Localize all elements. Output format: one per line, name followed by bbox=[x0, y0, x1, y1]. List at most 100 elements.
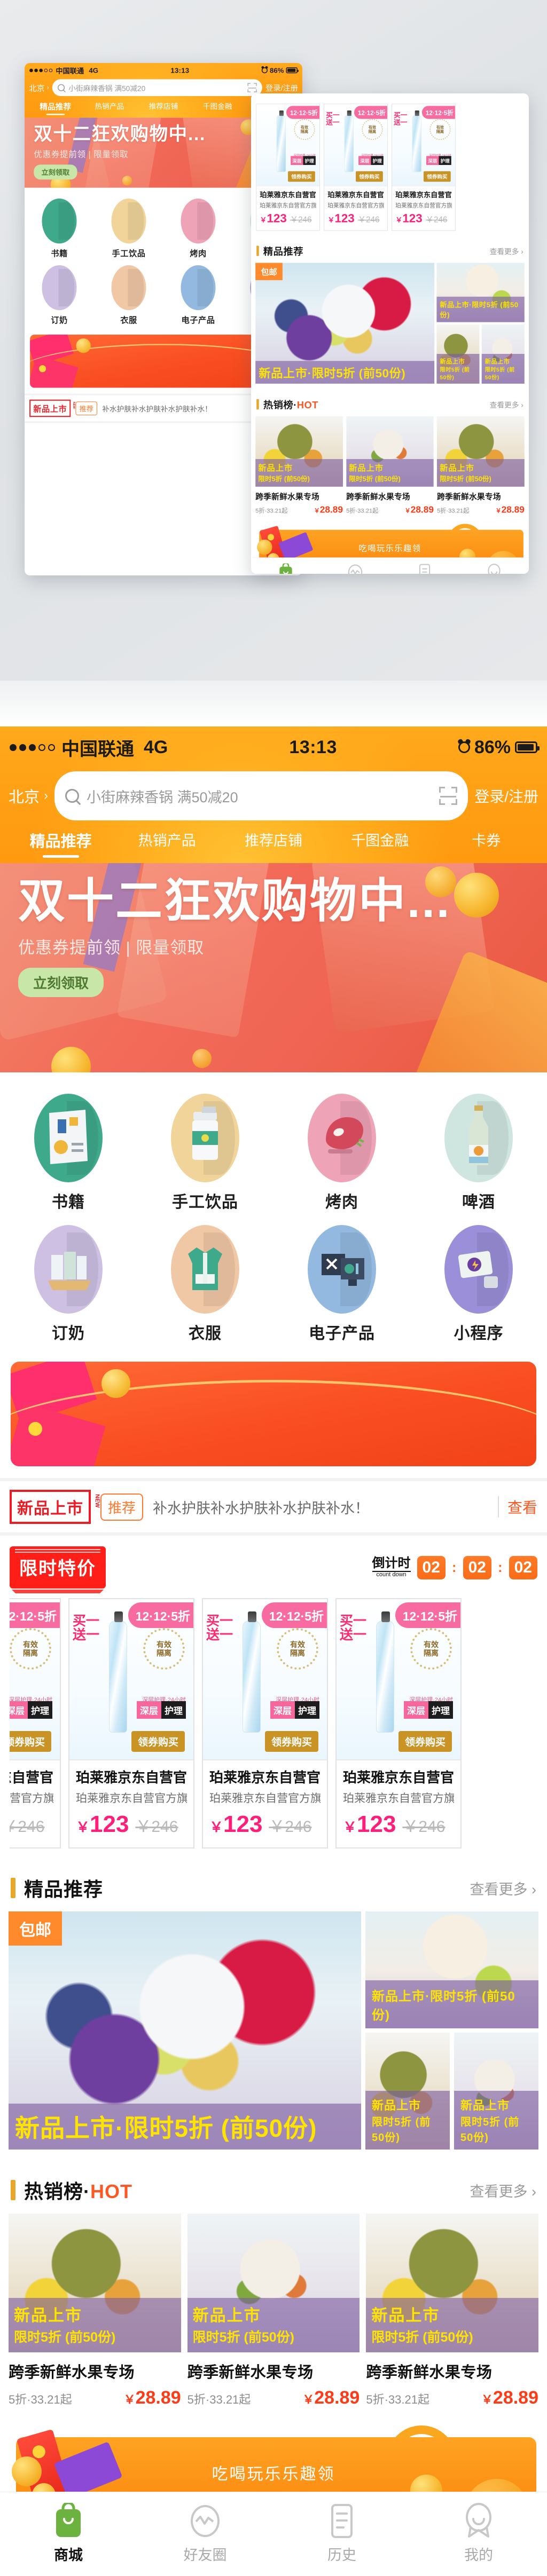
hot-tag-line2: 限时5折 (前50份) bbox=[192, 2330, 294, 2345]
tab-jingpin[interactable]: 精品推荐 bbox=[28, 100, 82, 115]
product-card[interactable]: 买一送一 12·12·5折 有效隔离 深层护理·24小时 深层护理 领券购买 珀… bbox=[324, 104, 388, 231]
discount-badge: 12·12·5折 bbox=[354, 106, 387, 119]
scan-icon[interactable] bbox=[439, 787, 458, 805]
coupon-button[interactable]: 领券购买 bbox=[10, 1731, 51, 1752]
coupon-button[interactable]: 领券购买 bbox=[423, 171, 451, 182]
tab-jinrong[interactable]: 千图金融 bbox=[191, 100, 245, 115]
login-register-button[interactable]: 登录/注册 bbox=[474, 785, 538, 807]
category-item-beer[interactable]: 啤酒 bbox=[410, 1086, 547, 1218]
featured-card[interactable]: 新品上市 限时5折 (前50份) bbox=[436, 324, 480, 384]
category-label: 啤酒 bbox=[462, 1194, 495, 1211]
category-item-clothes[interactable]: 衣服 bbox=[137, 1218, 274, 1349]
product-card[interactable]: 买一送一 12·12·5折 有效隔离 深层护理·24小时 深层护理 领券购买 珀… bbox=[202, 1598, 328, 1848]
hotlist-grid: 新品上市 限时5折 (前50份) 跨季新鲜水果专场 5折·33.21起 ￥28.89… bbox=[0, 2214, 547, 2419]
product-card[interactable]: 12·12·5折 有效 隔离 深层护理·24小时 深层 护理 领券购买 珀莱雅京东自… bbox=[256, 104, 320, 231]
category-item-electronics[interactable]: 电子产品 bbox=[163, 262, 233, 328]
tab-rexiao-chanpin[interactable]: 热销产品 bbox=[114, 829, 220, 858]
shop-bag-icon bbox=[0, 2500, 137, 2542]
category-item-bbq[interactable]: 烤肉 bbox=[163, 195, 233, 262]
hero-claim-button[interactable]: 立刻领取 bbox=[34, 164, 77, 180]
red-packet-banner[interactable]: 100现金红包等你拆 立即前往 bbox=[11, 1362, 536, 1466]
login-register-button[interactable]: 登录/注册 bbox=[265, 82, 298, 93]
category-item-milk[interactable]: 订奶 bbox=[25, 262, 94, 328]
discount-badge: 12·12·5折 bbox=[286, 106, 319, 119]
hot-item[interactable]: 新品上市 限时5折 (前50份) 跨季新鲜水果专场 5折·33.21起 ￥28.89 bbox=[255, 416, 343, 515]
coupon-button[interactable]: 领券购买 bbox=[288, 171, 315, 182]
tabbar-item-history[interactable]: 历史 bbox=[390, 562, 459, 574]
mini-program-icon bbox=[444, 1225, 513, 1314]
product-card[interactable]: 买一送一 12·12·5折 有效隔离 深层护理·24小时 深层护理 领券购买 珀… bbox=[10, 1598, 61, 1848]
search-input[interactable]: 小街麻辣香锅 满50减20 bbox=[52, 79, 262, 96]
tab-rexiao[interactable]: 热销产品 bbox=[82, 100, 136, 115]
featured-card[interactable]: 新品上市 限时5折 (前50份) bbox=[481, 324, 525, 384]
hot-item[interactable]: 新品上市 限时5折 (前50份) 跨季新鲜水果专场 5折·33.21起 ￥28.89 bbox=[187, 2214, 360, 2408]
flash-card-scroller[interactable]: 12·12·5折 有效 隔离 深层护理·24小时 深层 护理 领券购买 珀莱雅京东自… bbox=[256, 99, 524, 236]
featured-more-link[interactable]: 查看更多 › bbox=[470, 1878, 536, 1899]
preview-composite: 中国联通 4G 13:13 86% 北京 › 小街麻辣香锅 满50减20 登录/… bbox=[0, 0, 547, 681]
category-item-bbq[interactable]: 烤肉 bbox=[274, 1086, 410, 1218]
search-input[interactable]: 小街麻辣香锅 满50减20 bbox=[54, 771, 468, 820]
tab-dianpu[interactable]: 推荐店铺 bbox=[136, 100, 190, 115]
featured-card[interactable]: 新品上市 限时5折 (前50份) bbox=[365, 2033, 450, 2150]
tab-kaquan[interactable]: 卡券 bbox=[433, 829, 540, 858]
seal-icon: 有效 隔离 bbox=[277, 1628, 318, 1670]
category-item-books[interactable]: 书籍 bbox=[0, 1086, 137, 1218]
category-item-books[interactable]: 书籍 bbox=[25, 195, 94, 262]
hotlist-more-link[interactable]: 查看更多 › bbox=[490, 399, 523, 410]
coupon-button[interactable]: 领券购买 bbox=[131, 1731, 185, 1752]
tabbar-item-shop[interactable]: 商城 bbox=[251, 562, 321, 574]
bottom-promo-banner[interactable]: 吃喝玩乐乐趣领 bbox=[0, 2423, 547, 2492]
featured-more-link[interactable]: 查看更多 › bbox=[490, 246, 523, 256]
tabbar-item-shop[interactable]: 商城 bbox=[0, 2500, 137, 2564]
featured-card[interactable]: 新品上市 限时5折 (前50份) bbox=[454, 2033, 538, 2150]
featured-card[interactable]: 新品上市·限时5折 (前50份) bbox=[436, 263, 525, 322]
coupon-button[interactable]: 领券购买 bbox=[264, 1731, 318, 1752]
bottom-promo-banner[interactable]: 吃喝玩乐乐趣领 bbox=[251, 523, 529, 558]
promo-text: 吃喝玩乐乐趣领 bbox=[358, 544, 421, 554]
scan-icon[interactable] bbox=[247, 83, 257, 92]
category-item-drinks[interactable]: 手工饮品 bbox=[94, 195, 163, 262]
hot-item[interactable]: 新品上市 限时5折 (前50份) 跨季新鲜水果专场 5折·33.21起 ￥28.89 bbox=[366, 2214, 539, 2408]
new-arrival-strip: 新品上市 NEW 推荐 补水护肤补水护肤补水护肤补水！ 查看 bbox=[0, 1478, 547, 1536]
featured-big-card[interactable]: 包邮 新品上市·限时5折 (前50份) bbox=[255, 263, 435, 384]
original-price: ￥246 bbox=[10, 1818, 45, 1836]
category-item-clothes[interactable]: 衣服 bbox=[94, 262, 163, 328]
featured-card[interactable]: 新品上市·限时5折 (前50份) bbox=[365, 1911, 538, 2028]
product-card[interactable]: 买一送一 12·12·5折 有效隔离 深层护理·24小时 深层护理 领券购买 珀… bbox=[68, 1598, 194, 1848]
product-card[interactable]: 买一送一 12·12·5折 有效隔离 深层护理·24小时 深层护理 领券购买 珀… bbox=[392, 104, 456, 231]
featured-title: 精品推荐 bbox=[24, 1878, 104, 1900]
stamp-en-text: NEW bbox=[94, 1494, 100, 1508]
old-price: ￥246 bbox=[425, 215, 448, 225]
featured-big-card[interactable]: 包邮 新品上市·限时5折 (前50份) bbox=[9, 1911, 361, 2150]
hero-banner[interactable]: 双十二狂欢购物中... 优惠券提前领 | 限量领取 立刻领取 bbox=[0, 863, 547, 1072]
city-selector[interactable]: 北京 › bbox=[29, 82, 49, 93]
tab-jingpin-tuijian[interactable]: 精品推荐 bbox=[7, 829, 114, 858]
tabbar-item-friends[interactable]: 好友圈 bbox=[137, 2500, 274, 2564]
category-label: 手工饮品 bbox=[112, 249, 146, 258]
tab-qiantu-jinrong[interactable]: 千图金融 bbox=[327, 829, 433, 858]
hot-item[interactable]: 新品上市 限时5折 (前50份) 跨季新鲜水果专场 5折·33.21起 ￥28.89 bbox=[346, 416, 434, 515]
hotlist-more-link[interactable]: 查看更多 › bbox=[470, 2180, 536, 2201]
view-link[interactable]: 查看 bbox=[497, 1496, 537, 1518]
product-card[interactable]: 买一送一 12·12·5折 有效隔离 深层护理·24小时 深层护理 领券购买 珀… bbox=[335, 1598, 462, 1848]
coupon-button[interactable]: 领券购买 bbox=[356, 171, 383, 182]
coupon-button[interactable]: 领券购买 bbox=[398, 1731, 452, 1752]
featured-right-column: 新品上市·限时5折 (前50份) 新品上市 限时5折 (前50份) 新品上市 限时5… bbox=[365, 1911, 538, 2150]
category-item-drinks[interactable]: 手工饮品 bbox=[137, 1086, 274, 1218]
tabbar-item-profile[interactable]: 我的 bbox=[459, 562, 529, 574]
flash-card-scroller[interactable]: 买一送一 12·12·5折 有效隔离 深层护理·24小时 深层护理 领券购买 珀… bbox=[10, 1589, 537, 1860]
featured-title: 精品推荐 bbox=[263, 246, 304, 257]
category-item-miniprogram[interactable]: 小程序 bbox=[410, 1218, 547, 1349]
hero-claim-button[interactable]: 立刻领取 bbox=[18, 967, 104, 997]
city-selector[interactable]: 北京 › bbox=[9, 785, 48, 807]
tabbar-item-history[interactable]: 历史 bbox=[274, 2500, 410, 2564]
tabbar-item-friends[interactable]: 好友圈 bbox=[321, 562, 390, 574]
hot-item[interactable]: 新品上市 限时5折 (前50份) 跨季新鲜水果专场 5折·33.21起 ￥28.89 bbox=[9, 2214, 181, 2408]
tabbar-item-profile[interactable]: 我的 bbox=[410, 2500, 547, 2564]
category-item-milk[interactable]: 订奶 bbox=[0, 1218, 137, 1349]
discount-badge: 12·12·5折 bbox=[128, 1602, 193, 1628]
hot-item[interactable]: 新品上市 限时5折 (前50份) 跨季新鲜水果专场 5折·33.21起 ￥28.89 bbox=[437, 416, 525, 515]
category-item-electronics[interactable]: 电子产品 bbox=[274, 1218, 410, 1349]
tab-tuijian-dianpu[interactable]: 推荐店铺 bbox=[220, 829, 326, 858]
deep-care-tags: 深层 护理 bbox=[270, 1701, 319, 1719]
